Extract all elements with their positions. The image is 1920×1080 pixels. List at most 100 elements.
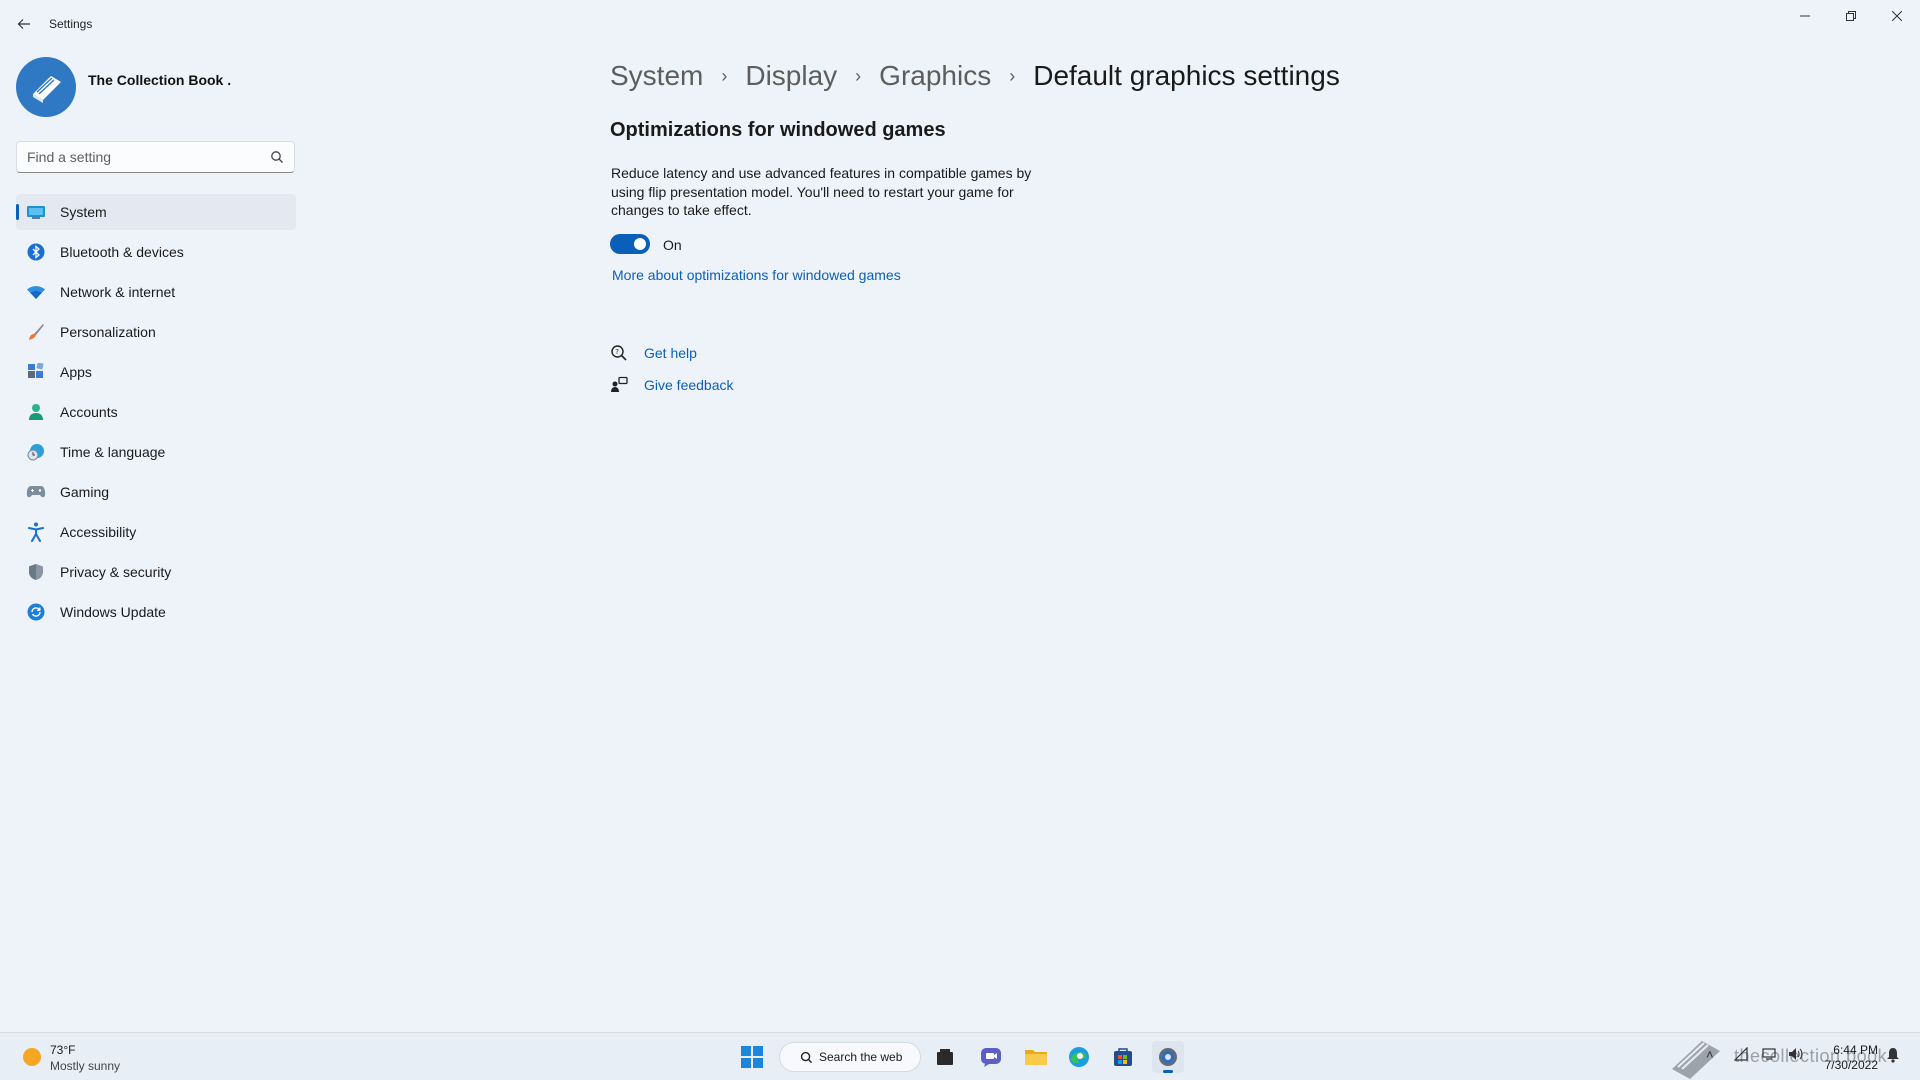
sidebar-item-privacy-security[interactable]: Privacy & security — [16, 554, 296, 590]
sidebar-item-personalization[interactable]: Personalization — [16, 314, 296, 350]
search-icon — [800, 1051, 813, 1063]
sidebar-item-label: Time & language — [60, 444, 166, 460]
sidebar-item-apps[interactable]: Apps — [16, 354, 296, 390]
clock-time: 6:44 PM — [1833, 1043, 1878, 1057]
toggle-state-label: On — [663, 237, 682, 253]
avatar[interactable] — [16, 57, 76, 117]
sidebar-item-windows-update[interactable]: Windows Update — [16, 594, 296, 630]
chevron-right-icon: › — [855, 65, 862, 86]
sidebar-item-label: Gaming — [60, 484, 110, 500]
get-help-row[interactable]: ? Get help — [610, 343, 697, 363]
task-view-icon — [937, 1049, 953, 1065]
title-bar: Settings — [0, 0, 1920, 48]
volume-tray-icon[interactable] — [1788, 1047, 1804, 1064]
get-help-link[interactable]: Get help — [644, 345, 697, 361]
sidebar-item-label: Personalization — [60, 324, 156, 340]
sidebar-item-label: Accounts — [60, 404, 118, 420]
book-watermark-icon — [1672, 1041, 1720, 1079]
apps-icon — [26, 362, 46, 382]
weather-condition[interactable]: Mostly sunny — [50, 1059, 120, 1073]
sidebar-item-label: System — [60, 204, 107, 220]
help-icon: ? — [610, 344, 628, 362]
sidebar-item-system[interactable]: System — [16, 194, 296, 230]
taskbar: 73°F Mostly sunny Search the web thecoll… — [0, 1032, 1920, 1080]
windows-logo-icon — [741, 1046, 763, 1068]
chevron-right-icon: › — [1009, 65, 1016, 86]
breadcrumb-graphics[interactable]: Graphics — [879, 60, 991, 92]
sidebar-item-label: Bluetooth & devices — [60, 244, 184, 260]
section-description: Reduce latency and use advanced features… — [611, 165, 1032, 218]
notification-bell-icon[interactable] — [1886, 1047, 1900, 1066]
chat-icon — [981, 1048, 1001, 1067]
close-button[interactable] — [1874, 0, 1920, 32]
task-view-button[interactable] — [929, 1041, 961, 1073]
accessibility-icon — [26, 522, 46, 542]
sidebar-item-gaming[interactable]: Gaming — [16, 474, 296, 510]
edge-icon — [1069, 1047, 1089, 1067]
sidebar-item-label: Accessibility — [60, 524, 137, 540]
sidebar-item-bluetooth[interactable]: Bluetooth & devices — [16, 234, 296, 270]
weather-temperature[interactable]: 73°F — [50, 1043, 75, 1057]
store-icon — [1114, 1048, 1132, 1066]
minimize-icon — [1800, 15, 1810, 17]
toggle-knob — [634, 238, 646, 250]
start-button[interactable] — [736, 1041, 768, 1073]
globe-clock-icon — [26, 442, 46, 462]
sidebar-item-time-language[interactable]: Time & language — [16, 434, 296, 470]
store-button[interactable] — [1107, 1041, 1139, 1073]
sidebar-item-accounts[interactable]: Accounts — [16, 394, 296, 430]
system-icon — [26, 202, 46, 222]
profile-name: The Collection Book . — [88, 72, 232, 88]
gear-icon — [1159, 1048, 1177, 1066]
sidebar-item-label: Privacy & security — [60, 564, 172, 580]
chevron-up-icon[interactable]: ˄ — [1706, 1047, 1714, 1062]
brush-icon — [26, 322, 46, 342]
windowed-games-toggle[interactable] — [610, 234, 650, 254]
taskbar-search[interactable]: Search the web — [779, 1042, 921, 1072]
section-title: Optimizations for windowed games — [610, 119, 946, 141]
update-icon — [26, 602, 46, 622]
active-indicator — [1163, 1070, 1173, 1073]
restore-button[interactable] — [1828, 0, 1874, 32]
display-tray-icon[interactable] — [1762, 1047, 1776, 1064]
folder-icon — [1025, 1050, 1047, 1065]
back-arrow-icon — [17, 19, 30, 29]
person-icon — [26, 402, 46, 422]
restore-icon — [1846, 11, 1856, 21]
edge-browser-button[interactable] — [1063, 1041, 1095, 1073]
bluetooth-icon — [26, 242, 46, 262]
sidebar-item-accessibility[interactable]: Accessibility — [16, 514, 296, 550]
settings-taskbar-button[interactable] — [1152, 1041, 1184, 1073]
give-feedback-row[interactable]: Give feedback — [610, 375, 734, 395]
clock-date: 7/30/2022 — [1824, 1058, 1878, 1072]
search-box[interactable] — [16, 141, 295, 173]
app-title: Settings — [49, 17, 93, 31]
search-input[interactable] — [17, 142, 257, 172]
taskbar-search-label: Search the web — [819, 1050, 903, 1064]
wifi-icon — [26, 282, 46, 302]
svg-text:?: ? — [615, 348, 619, 356]
sidebar-item-label: Apps — [60, 364, 92, 380]
breadcrumb-system[interactable]: System — [610, 60, 703, 92]
sidebar-nav: System Bluetooth & devices Network & int… — [16, 194, 296, 634]
sidebar-item-network[interactable]: Network & internet — [16, 274, 296, 310]
close-icon — [1892, 11, 1902, 21]
clock[interactable]: 6:44 PM 7/30/2022 — [1825, 1043, 1878, 1073]
give-feedback-link[interactable]: Give feedback — [644, 377, 734, 393]
back-button[interactable] — [12, 12, 36, 36]
file-explorer-button[interactable] — [1020, 1041, 1052, 1073]
minimize-button[interactable] — [1782, 0, 1828, 32]
breadcrumb: System › Display › Graphics › Default gr… — [610, 56, 1340, 96]
shield-icon — [26, 562, 46, 582]
more-about-link[interactable]: More about optimizations for windowed ga… — [612, 267, 901, 283]
teams-chat-button[interactable] — [975, 1041, 1007, 1073]
breadcrumb-display[interactable]: Display — [745, 60, 837, 92]
network-tray-icon[interactable] — [1733, 1046, 1748, 1064]
search-icon — [271, 151, 283, 163]
weather-sunny-icon[interactable] — [20, 1045, 44, 1069]
sidebar-item-label: Network & internet — [60, 284, 176, 300]
page-title: Default graphics settings — [1033, 60, 1340, 91]
book-logo-icon — [33, 76, 61, 103]
chevron-right-icon: › — [721, 65, 728, 86]
sidebar-item-label: Windows Update — [60, 604, 166, 620]
